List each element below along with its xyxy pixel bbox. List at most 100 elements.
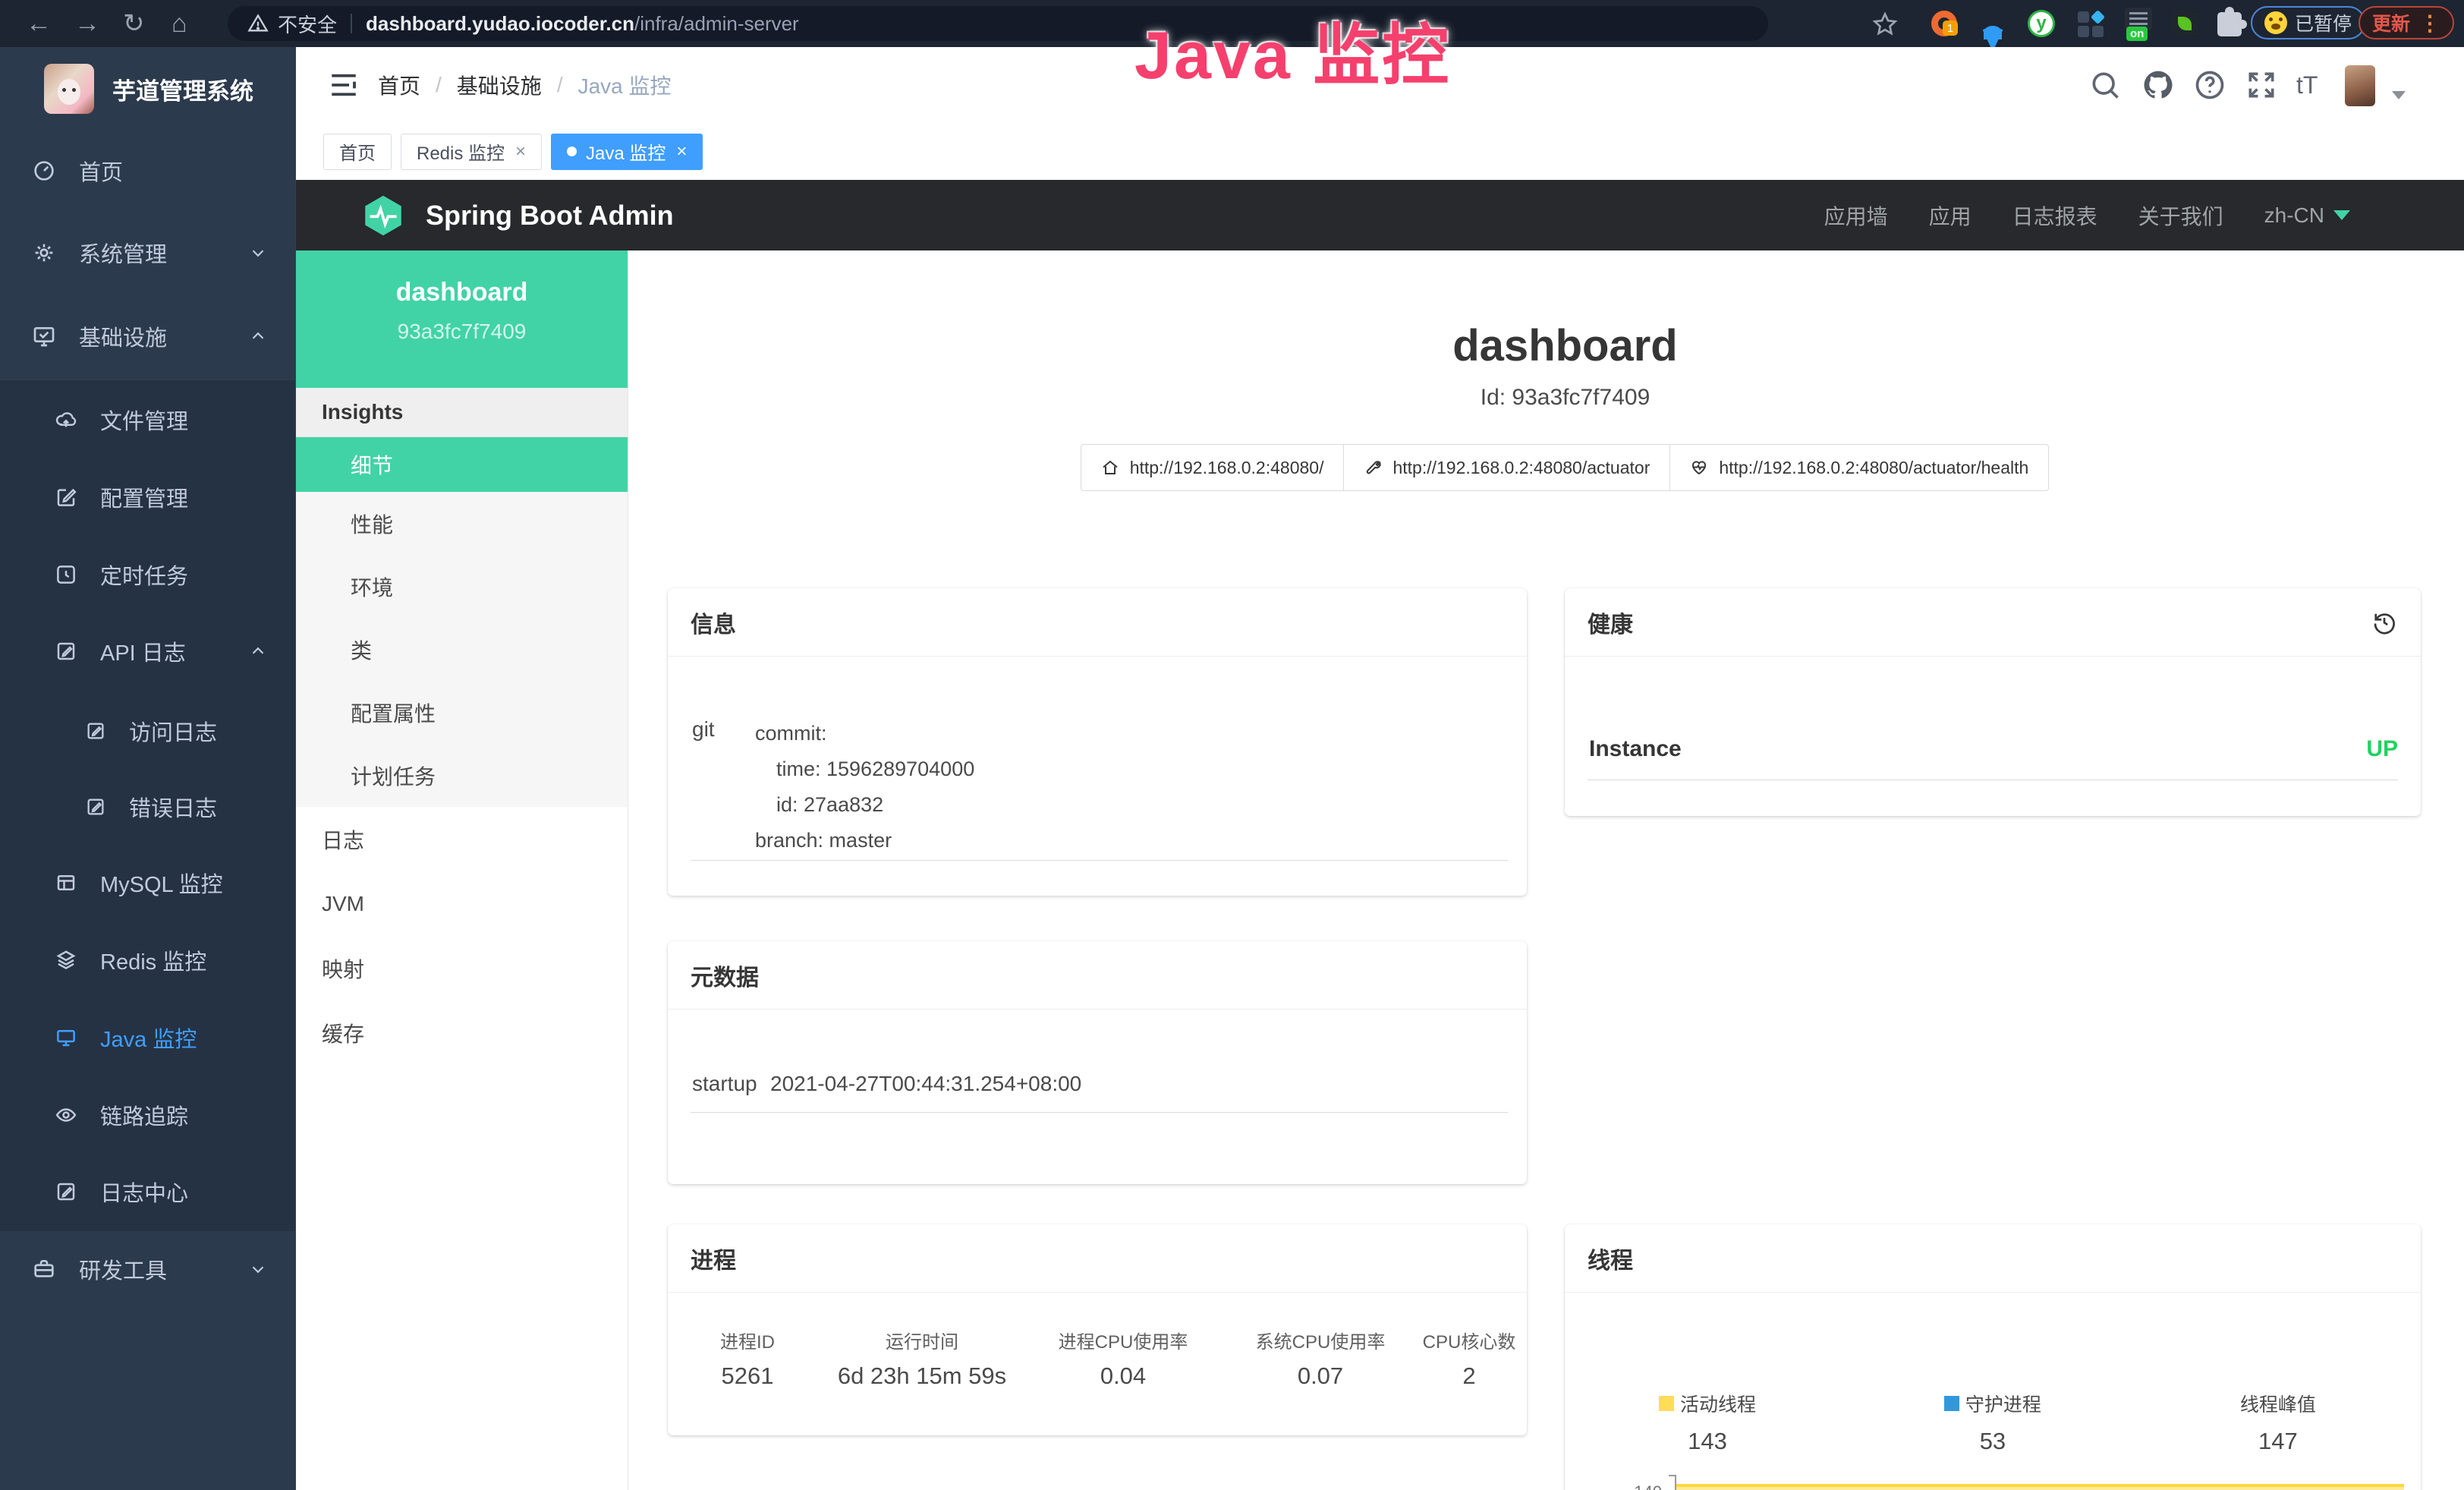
sidebar-item-log-center[interactable]: 日志中心 (0, 1152, 295, 1231)
breadcrumb-infrastructure[interactable]: 基础设施 (457, 70, 542, 100)
sba-sidebar-item-environment[interactable]: 环境 (296, 555, 628, 618)
gear-icon (32, 241, 56, 265)
sba-sidebar-item-classes[interactable]: 类 (296, 618, 628, 681)
sidebar-item-label: 研发工具 (79, 1253, 167, 1285)
chart-y-axis-cap (1669, 1475, 1676, 1476)
git-time-line: time: 1596289704000 (755, 751, 974, 787)
sidebar-item-config-management[interactable]: 配置管理 (0, 458, 295, 537)
sidebar-item-redis-monitor[interactable]: Redis 监控 (0, 921, 295, 1000)
sidebar-item-java-monitor[interactable]: Java 监控 (0, 998, 295, 1077)
extension-grid-icon[interactable] (2078, 11, 2107, 40)
sba-sidebar-item-scheduled-tasks[interactable]: 计划任务 (296, 744, 628, 807)
sba-brand-title[interactable]: Spring Boot Admin (426, 200, 674, 232)
sidebar-item-file-management[interactable]: 文件管理 (0, 380, 295, 459)
sba-sidebar-item-metrics[interactable]: 性能 (296, 492, 628, 555)
sidebar-item-home[interactable]: 首页 (0, 131, 295, 210)
sba-locale-select[interactable]: zh-CN (2264, 203, 2350, 228)
sidebar-item-dev-tools[interactable]: 研发工具 (0, 1230, 295, 1309)
sidebar-item-api-logs[interactable]: API 日志 (0, 612, 295, 691)
browser-update-button[interactable]: 更新 ⋮ (2359, 6, 2454, 39)
sba-nav-applications[interactable]: 应用 (1929, 200, 1972, 231)
browser-menu-dots-icon[interactable]: ⋮ (2419, 11, 2440, 36)
legend-peak-threads: 线程峰值 (2135, 1390, 2421, 1417)
tab-label: Java 监控 (586, 138, 666, 165)
browser-home-icon[interactable]: ⌂ (172, 10, 187, 37)
emoji-face-icon (2264, 11, 2287, 34)
threads-values: 143 53 147 (1565, 1428, 2421, 1455)
sidebar-item-mysql-monitor[interactable]: MySQL 监控 (0, 843, 295, 922)
health-url-button[interactable]: http://192.168.0.2:48080/actuator/health (1669, 444, 2049, 491)
sba-sidebar-item-caches[interactable]: 缓存 (296, 1000, 628, 1065)
active-tab-dot (567, 146, 577, 156)
history-icon[interactable] (2371, 609, 2398, 636)
process-card-title: 进程 (691, 1242, 736, 1275)
extension-orange-icon[interactable]: 1 (1931, 11, 1960, 39)
daemon-threads-value: 53 (1850, 1428, 2135, 1455)
legend-live-threads: 活动线程 (1565, 1390, 1850, 1417)
actuator-url-button[interactable]: http://192.168.0.2:48080/actuator (1343, 444, 1670, 491)
hamburger-icon[interactable] (328, 69, 360, 101)
font-size-icon[interactable]: tT (2296, 71, 2318, 99)
sidebar-item-infrastructure[interactable]: 基础设施 (0, 297, 295, 376)
chevron-down-icon (2333, 210, 2350, 220)
process-card: 进程 进程ID 运行时间 进程CPU使用率 系统CPU使用率 CPU核心数 52… (668, 1224, 1527, 1435)
sidebar-item-error-logs[interactable]: 错误日志 (0, 767, 295, 846)
sidebar-item-label: 文件管理 (100, 404, 188, 436)
threads-area-chart (1676, 1484, 2404, 1490)
legend-label: 活动线程 (1680, 1390, 1756, 1417)
row-divider (691, 860, 1508, 861)
tab-java-monitor[interactable]: Java 监控 × (551, 134, 703, 170)
tab-home[interactable]: 首页 (323, 134, 392, 170)
search-icon[interactable] (2088, 68, 2122, 102)
app-title: 芋道管理系统 (112, 72, 253, 106)
threads-card: 线程 活动线程 守护进程 线程峰值 (1565, 1224, 2421, 1490)
avatar-caret-icon[interactable] (2392, 91, 2406, 99)
browser-reload-icon[interactable]: ↻ (123, 10, 145, 37)
sba-sidebar-item-config-props[interactable]: 配置属性 (296, 681, 628, 744)
chevron-up-icon (248, 641, 268, 661)
col-uptime: 运行时间 (827, 1327, 1017, 1353)
tab-close-icon[interactable]: × (515, 141, 526, 162)
extension-green-circle-icon[interactable]: y (2028, 10, 2056, 39)
browser-forward-icon[interactable]: → (74, 10, 100, 37)
fullscreen-icon[interactable] (2245, 68, 2278, 102)
cloud-upload-icon (55, 408, 77, 431)
github-icon[interactable] (2141, 68, 2175, 102)
extension-tabs-icon[interactable]: on (2125, 8, 2154, 36)
user-avatar[interactable] (2345, 65, 2375, 106)
sba-nav-wallboard[interactable]: 应用墙 (1824, 200, 1888, 231)
tab-bar: 首页 Redis 监控 × Java 监控 × (296, 123, 2464, 180)
browser-back-icon[interactable]: ← (26, 10, 52, 37)
sidebar-item-access-logs[interactable]: 访问日志 (0, 691, 295, 770)
app-logo-row[interactable]: 芋道管理系统 (44, 64, 253, 114)
sidebar-item-system[interactable]: 系统管理 (0, 213, 295, 292)
extension-leaf-icon[interactable] (2172, 11, 2201, 39)
layers-icon (55, 949, 77, 972)
sba-nav-journal[interactable]: 日志报表 (2012, 200, 2097, 231)
sidebar-item-label: 基础设施 (79, 320, 167, 352)
breadcrumb-home[interactable]: 首页 (378, 70, 420, 100)
sba-sidebar-item-jvm[interactable]: JVM (296, 871, 628, 936)
briefcase-icon (32, 1257, 56, 1281)
extensions-puzzle-icon[interactable] (2217, 12, 2246, 41)
paused-extension-pill[interactable]: 已暂停 (2251, 6, 2365, 39)
info-row-value: commit: time: 1596289704000 id: 27aa832 … (755, 716, 974, 858)
sba-sidebar-item-details[interactable]: 细节 (296, 437, 628, 492)
sidebar-item-scheduled-jobs[interactable]: 定时任务 (0, 535, 295, 614)
metadata-card: 元数据 startup 2021-04-27T00:44:31.254+08:0… (668, 941, 1527, 1184)
sba-sidebar-item-mappings[interactable]: 映射 (296, 936, 628, 1000)
service-url-button[interactable]: http://192.168.0.2:48080/ (1081, 444, 1345, 491)
y-tick-140: 140 (1604, 1482, 1662, 1490)
tab-redis-monitor[interactable]: Redis 监控 × (401, 134, 542, 170)
extension-pin-icon[interactable] (1982, 17, 2011, 46)
address-bar[interactable]: 不安全 dashboard.yudao.iocoder.cn/infra/adm… (228, 6, 1768, 41)
sidebar-item-tracing[interactable]: 链路追踪 (0, 1076, 295, 1155)
app-logo (44, 64, 94, 114)
bookmark-star-icon[interactable] (1871, 11, 1899, 38)
home-icon (1101, 458, 1119, 477)
help-icon[interactable] (2193, 68, 2226, 102)
sba-nav-about[interactable]: 关于我们 (2138, 200, 2223, 231)
app-sidebar: 芋道管理系统 首页 系统管理 基础设施 文件管理 配置管理 定时任务 (0, 47, 296, 1490)
tab-close-icon[interactable]: × (676, 141, 687, 162)
sba-sidebar-item-logs[interactable]: 日志 (296, 807, 628, 871)
